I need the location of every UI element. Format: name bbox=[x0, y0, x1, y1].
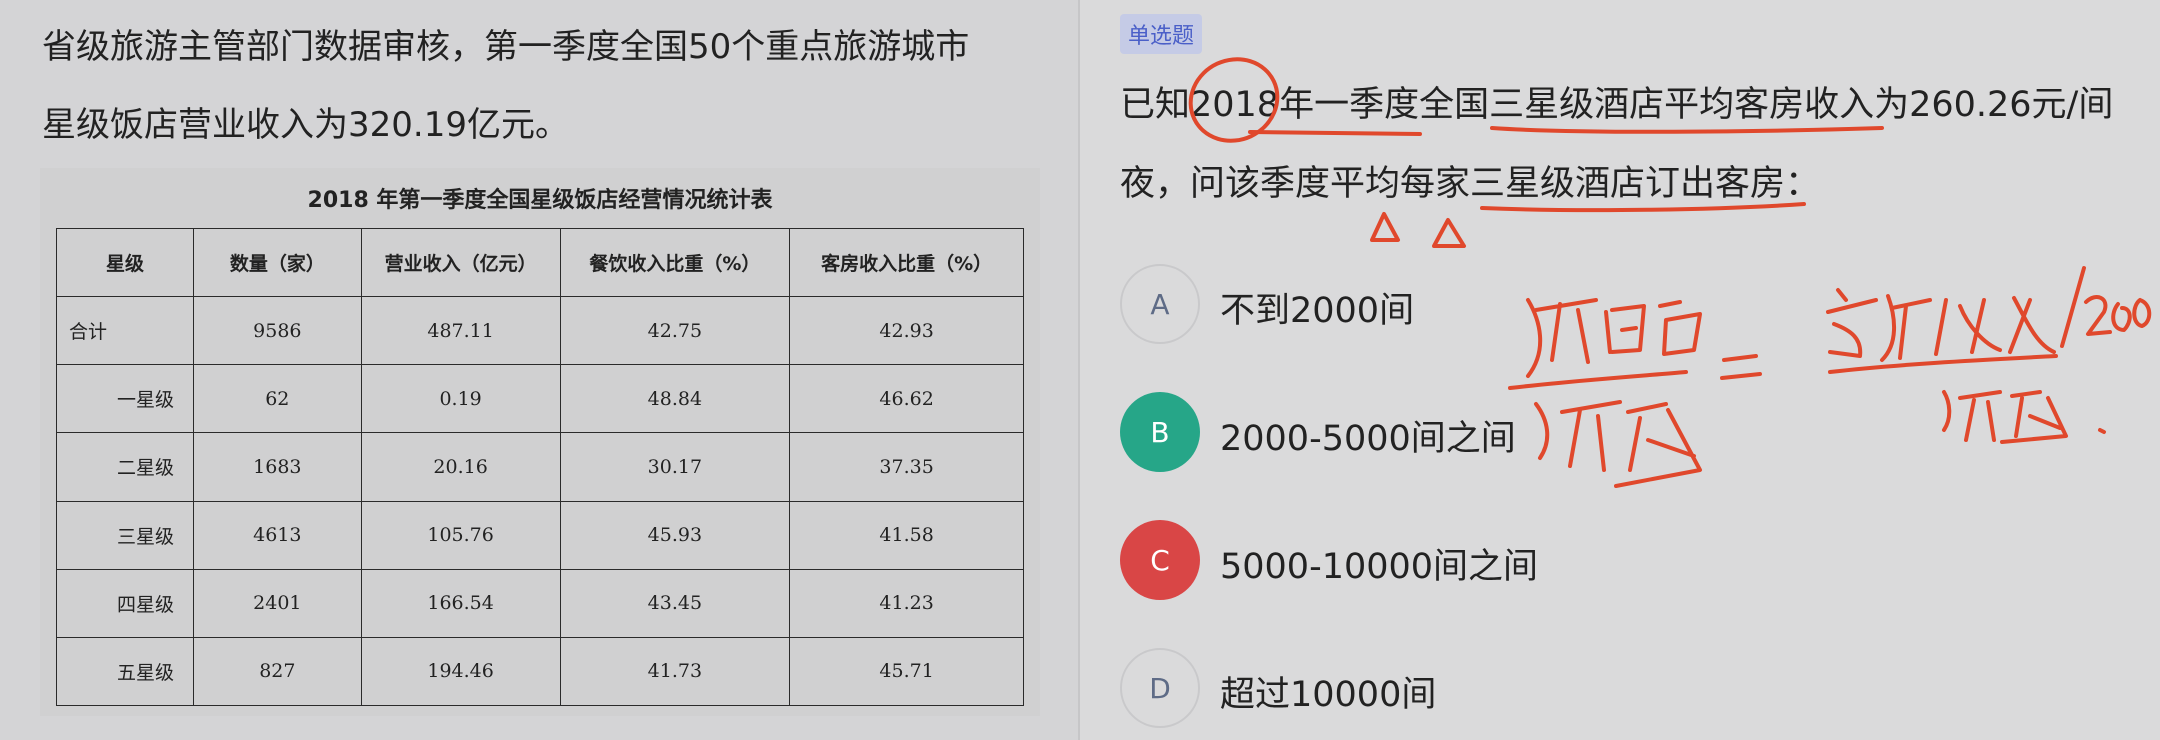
passage-line-1: 省级旅游主管部门数据审核，第一季度全国50个重点旅游城市 bbox=[42, 27, 970, 67]
cell-count: 1683 bbox=[192, 432, 362, 502]
passage-line-2: 星级饭店营业收入为320.19亿元。 bbox=[42, 105, 569, 145]
cell-level: 四星级 bbox=[56, 568, 194, 638]
option-b-letter[interactable]: B bbox=[1120, 392, 1200, 472]
cell-count: 4613 bbox=[192, 500, 362, 570]
header-revenue: 营业收入（亿元） bbox=[360, 227, 561, 298]
table-row: 四星级 2401 166.54 43.45 41.23 bbox=[56, 568, 1024, 638]
cell-catering-share: 45.93 bbox=[559, 500, 791, 570]
table-row: 二星级 1683 20.16 30.17 37.35 bbox=[56, 432, 1024, 502]
cell-room-share: 37.35 bbox=[789, 432, 1024, 502]
cell-count: 62 bbox=[192, 364, 362, 434]
table-row: 一星级 62 0.19 48.84 46.62 bbox=[56, 364, 1024, 434]
cell-catering-share: 48.84 bbox=[559, 364, 791, 434]
cell-revenue: 194.46 bbox=[360, 636, 561, 707]
option-c-text[interactable]: 5000-10000间之间 bbox=[1220, 538, 1538, 589]
passage-text: 省级旅游主管部门数据审核，第一季度全国50个重点旅游城市 星级饭店营业收入为32… bbox=[42, 8, 1052, 164]
cell-catering-share: 30.17 bbox=[559, 432, 791, 502]
option-a-letter[interactable]: A bbox=[1120, 264, 1200, 344]
cell-level: 一星级 bbox=[56, 364, 194, 434]
cell-catering-share: 43.45 bbox=[559, 568, 791, 638]
cell-count: 2401 bbox=[192, 568, 362, 638]
cell-revenue: 20.16 bbox=[360, 432, 561, 502]
header-count: 数量（家） bbox=[192, 227, 362, 298]
cell-room-share: 41.58 bbox=[789, 500, 1024, 570]
option-c-letter[interactable]: C bbox=[1120, 520, 1200, 600]
question-type-badge: 单选题 bbox=[1120, 14, 1203, 54]
table-row: 五星级 827 194.46 41.73 45.71 bbox=[56, 636, 1024, 707]
table-title: 2018 年第一季度全国星级饭店经营情况统计表 bbox=[307, 188, 773, 213]
cell-room-share: 41.23 bbox=[789, 568, 1024, 638]
option-d-letter[interactable]: D bbox=[1120, 648, 1200, 728]
question-stem: 已知2018年一季度全国三星级酒店平均客房收入为260.26元/间 夜，问该季度… bbox=[1120, 66, 2130, 224]
option-b-text[interactable]: 2000-5000间之间 bbox=[1220, 410, 1516, 461]
cell-revenue: 0.19 bbox=[360, 364, 561, 434]
cell-room-share: 45.71 bbox=[789, 636, 1024, 707]
table-header-row: 星级 数量（家） 营业收入（亿元） 餐饮收入比重（%） 客房收入比重（%） bbox=[56, 227, 1024, 298]
question-line-1: 已知2018年一季度全国三星级酒店平均客房收入为260.26元/间 bbox=[1120, 85, 2114, 125]
cell-catering-share: 41.73 bbox=[559, 636, 791, 707]
cell-room-share: 46.62 bbox=[789, 364, 1024, 434]
cell-revenue: 105.76 bbox=[360, 500, 561, 570]
cell-level: 二星级 bbox=[56, 432, 194, 502]
cell-revenue: 166.54 bbox=[360, 568, 561, 638]
option-d-text[interactable]: 超过10000间 bbox=[1220, 666, 1436, 717]
question-line-2: 夜，问该季度平均每家三星级酒店订出客房： bbox=[1120, 164, 1821, 204]
cell-level: 三星级 bbox=[56, 500, 194, 570]
table-row: 三星级 4613 105.76 45.93 41.58 bbox=[56, 500, 1024, 570]
cell-revenue: 487.11 bbox=[360, 296, 561, 366]
cell-catering-share: 42.75 bbox=[559, 296, 791, 366]
cell-count: 9586 bbox=[192, 296, 362, 366]
header-level: 星级 bbox=[56, 227, 194, 298]
cell-level: 合计 bbox=[56, 296, 194, 366]
header-room-share: 客房收入比重（%） bbox=[789, 227, 1024, 298]
cell-room-share: 42.93 bbox=[789, 296, 1024, 366]
header-catering-share: 餐饮收入比重（%） bbox=[559, 227, 791, 298]
passage-panel: 省级旅游主管部门数据审核，第一季度全国50个重点旅游城市 星级饭店营业收入为32… bbox=[0, 0, 1078, 740]
statistics-table: 星级 数量（家） 营业收入（亿元） 餐饮收入比重（%） 客房收入比重（%） 合计… bbox=[56, 227, 1024, 707]
cell-level: 五星级 bbox=[56, 636, 194, 707]
option-a-text[interactable]: 不到2000间 bbox=[1220, 282, 1414, 333]
cell-count: 827 bbox=[192, 636, 362, 707]
table-row: 合计 9586 487.11 42.75 42.93 bbox=[56, 296, 1024, 366]
statistics-table-image: 2018 年第一季度全国星级饭店经营情况统计表 星级 数量（家） 营业收入（亿元… bbox=[40, 168, 1040, 716]
